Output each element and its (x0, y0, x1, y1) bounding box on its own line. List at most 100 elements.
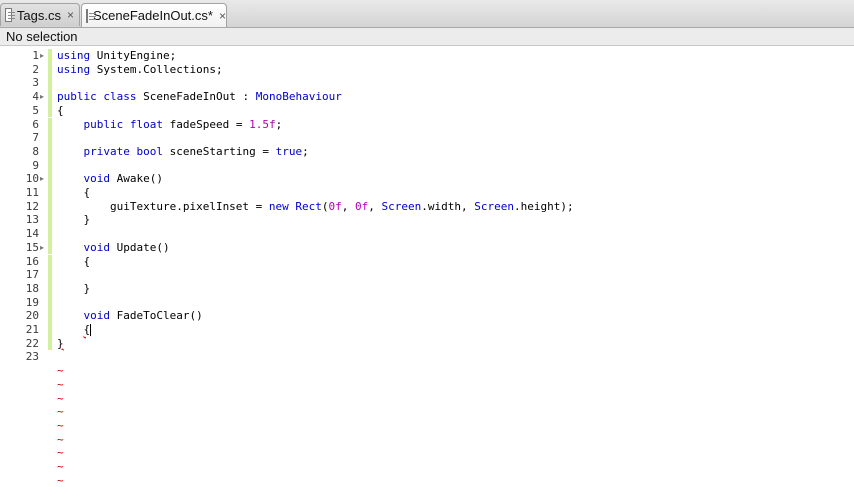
code-line[interactable]: guiTexture.pixelInset = new Rect(0f, 0f,… (57, 200, 574, 214)
change-marker (48, 199, 52, 214)
code-line[interactable]: { (57, 255, 90, 269)
change-marker (48, 90, 52, 104)
line-number: 4 (32, 90, 39, 104)
empty-line-marker: ~ (57, 473, 64, 487)
line-number: 11 (25, 186, 39, 199)
code-token: } (57, 213, 91, 227)
code-line[interactable]: { (57, 186, 90, 200)
error-token: { (83, 323, 91, 336)
code-token: .height); (514, 199, 574, 213)
code-line[interactable]: } (57, 337, 64, 351)
empty-line-marker: ~ (57, 391, 64, 405)
change-marker (48, 144, 52, 159)
line-number: 3 (32, 76, 39, 90)
change-marker (48, 227, 52, 241)
code-token: new (268, 199, 289, 213)
code-line[interactable]: void FadeToClear() (57, 309, 203, 323)
code-line[interactable]: { (57, 323, 92, 337)
code-editor[interactable]: 1 ▸ 2 3 4 ▸ 5 6 7 8 9 10 ▸ 11 12 13 14 15 ▸ 16 17 18 19 20 21 22 2… (0, 47, 854, 487)
code-line[interactable]: public float fadeSpeed = 1.5f; (57, 117, 283, 132)
code-token: 1.5f (249, 117, 276, 131)
code-token: } (57, 281, 91, 295)
code-token: public (57, 90, 97, 104)
code-token: { (57, 186, 91, 199)
code-token: void (83, 172, 111, 186)
code-token: using (57, 49, 91, 62)
code-token: .width, (421, 199, 475, 213)
text-cursor (90, 324, 92, 336)
change-marker (48, 268, 52, 282)
code-line[interactable]: public class SceneFadeInOut : MonoBehavi… (57, 90, 342, 104)
code-token: float (129, 117, 163, 131)
code-token: FadeToClear() (110, 309, 203, 323)
file-icon (86, 8, 96, 23)
code-token: Rect (295, 199, 322, 213)
line-number: 20 (25, 309, 39, 323)
code-token: guiTexture.pixelInset = (57, 199, 269, 213)
line-number: 1 (32, 49, 39, 62)
fold-toggle-icon[interactable]: ▸ (40, 243, 47, 252)
code-line[interactable]: void Awake() (57, 172, 163, 186)
change-marker (48, 117, 52, 132)
code-token: 0f (355, 199, 369, 213)
empty-line-marker: ~ (57, 432, 64, 446)
code-line[interactable]: using System.Collections; (57, 63, 223, 77)
code-token: bool (136, 144, 163, 158)
close-icon[interactable]: × (219, 9, 226, 23)
code-line[interactable]: { (57, 104, 64, 118)
change-marker (48, 323, 52, 337)
tab-label: SceneFadeInOut.cs* (93, 8, 213, 23)
code-line[interactable]: using UnityEngine; (57, 49, 176, 63)
change-marker (48, 186, 52, 200)
change-marker (48, 309, 52, 323)
code-token: fadeSpeed = (163, 117, 250, 131)
fold-toggle-icon[interactable]: ▸ (40, 93, 47, 101)
line-number: 21 (25, 323, 39, 336)
change-marker (48, 281, 52, 296)
file-icon (5, 8, 15, 22)
tab-bar: Tags.cs × SceneFadeInOut.cs* × (0, 0, 854, 28)
line-number-gutter: 1 ▸ 2 3 4 ▸ 5 6 7 8 9 10 ▸ 11 12 13 14 15 ▸ 16 17 18 19 20 21 22 2… (0, 47, 54, 480)
code-token: 0f (328, 199, 342, 213)
change-marker (48, 131, 52, 145)
fold-toggle-icon[interactable]: ▸ (40, 175, 47, 183)
line-number: 19 (25, 295, 39, 309)
line-number: 16 (25, 254, 39, 268)
line-number: 15 (25, 240, 39, 254)
code-token: , (341, 199, 356, 213)
code-token: public (83, 117, 124, 131)
code-token: , (368, 199, 382, 213)
error-token: } (57, 336, 64, 350)
code-token: sceneStarting = (162, 144, 276, 158)
code-token: Update() (110, 240, 170, 254)
fold-toggle-icon[interactable]: ▸ (40, 52, 47, 60)
code-line[interactable]: void Update() (57, 241, 170, 255)
change-marker (48, 213, 52, 228)
change-marker (48, 76, 52, 91)
code-token: UnityEngine; (90, 49, 177, 62)
code-token: class (103, 90, 137, 104)
tab-scenefadeinout-cs[interactable]: SceneFadeInOut.cs* × (81, 3, 227, 27)
line-number: 5 (32, 103, 39, 117)
line-number: 17 (25, 268, 39, 282)
code-line[interactable]: } (57, 282, 90, 296)
code-token: System.Collections; (90, 62, 223, 76)
change-marker (48, 336, 52, 351)
close-icon[interactable]: × (67, 8, 74, 22)
empty-line-marker: ~ (57, 405, 64, 419)
code-token: SceneFadeInOut : (136, 90, 256, 104)
empty-line-marker: ~ (57, 446, 64, 460)
line-number: 2 (32, 62, 39, 76)
tab-tags-cs[interactable]: Tags.cs × (0, 3, 80, 26)
code-token: ; (302, 144, 309, 158)
code-line[interactable]: private bool sceneStarting = true; (57, 145, 309, 159)
code-token: Screen (474, 199, 515, 213)
code-line[interactable]: } (57, 213, 90, 227)
change-marker (48, 103, 52, 118)
change-marker (48, 254, 52, 269)
line-number: 8 (32, 144, 39, 158)
